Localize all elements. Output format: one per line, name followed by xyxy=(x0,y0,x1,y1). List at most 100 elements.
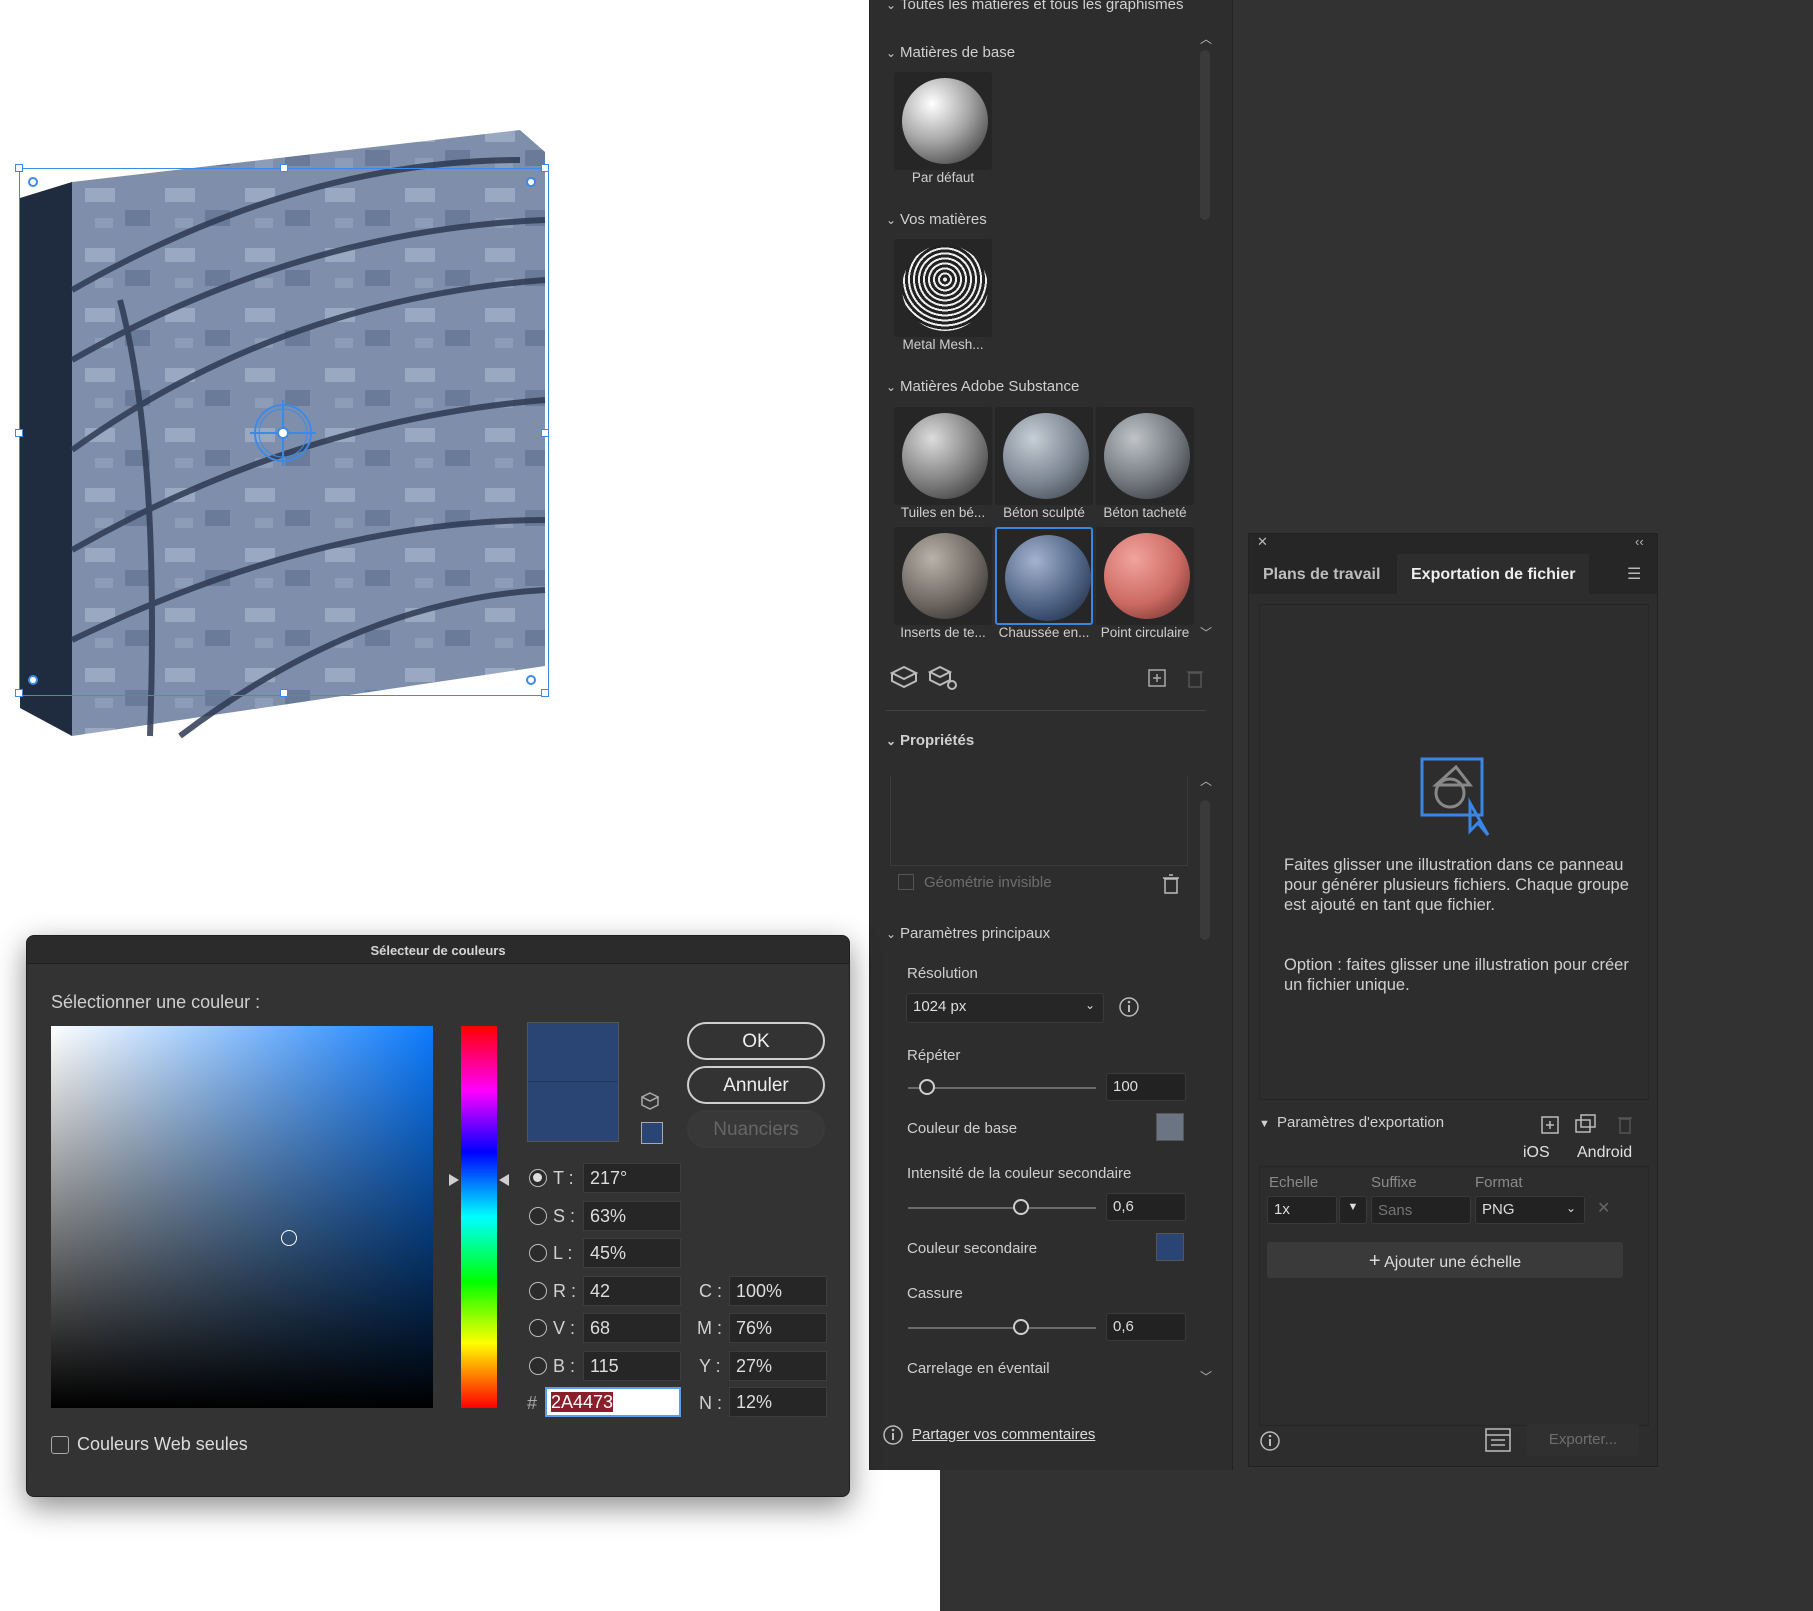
break-input[interactable]: 0,6 xyxy=(1106,1313,1186,1341)
scroll-up-icon[interactable]: ︿ xyxy=(1200,772,1212,789)
export-button[interactable]: Exporter... xyxy=(1527,1424,1639,1456)
trash-icon[interactable] xyxy=(1186,668,1204,688)
resize-handle-bottom-right[interactable] xyxy=(541,689,549,697)
secondary-color-swatch[interactable] xyxy=(1156,1233,1184,1261)
yellow-input[interactable]: 27% xyxy=(729,1351,827,1381)
resize-handle-top[interactable] xyxy=(280,164,288,172)
section-all-materials[interactable]: ⌄ Toutes les matières et tous les graphis… xyxy=(886,0,1183,13)
material-thumb-chaussee[interactable] xyxy=(995,527,1093,625)
color-field-cursor[interactable] xyxy=(281,1230,297,1246)
resize-handle-top-right[interactable] xyxy=(541,164,549,172)
rotate-handle-bottom-left[interactable] xyxy=(28,675,38,685)
resize-handle-top-left[interactable] xyxy=(15,164,23,172)
scroll-down-icon[interactable]: ﹀ xyxy=(1200,1368,1212,1385)
cyan-input[interactable]: 100% xyxy=(729,1276,827,1306)
repeat-slider-track[interactable] xyxy=(908,1087,1096,1089)
radio-red[interactable] xyxy=(529,1282,547,1300)
resize-handle-bottom[interactable] xyxy=(280,689,288,697)
hex-input[interactable]: 2A4473 xyxy=(545,1387,681,1417)
trash-icon[interactable] xyxy=(1162,874,1180,894)
green-input[interactable]: 68 xyxy=(583,1313,681,1343)
luminosity-input[interactable]: 45% xyxy=(583,1238,681,1268)
tab-artboards[interactable]: Plans de travail xyxy=(1249,554,1394,594)
material-thumb-beton-tachete[interactable] xyxy=(1096,407,1194,505)
secondary-intensity-input[interactable]: 0,6 xyxy=(1106,1193,1186,1221)
repeat-slider-knob[interactable] xyxy=(918,1079,935,1095)
secondary-intensity-slider-knob[interactable] xyxy=(1012,1199,1029,1215)
duplicate-icon[interactable] xyxy=(1575,1114,1597,1134)
saturation-brightness-field[interactable] xyxy=(51,1026,433,1408)
scale-dropdown[interactable]: ▼ xyxy=(1339,1196,1367,1224)
material-thumb-beton-sculpte[interactable] xyxy=(995,407,1093,505)
material-thumb-default[interactable] xyxy=(894,72,992,170)
suffix-input[interactable] xyxy=(1371,1196,1471,1224)
blue-input[interactable]: 115 xyxy=(583,1351,681,1381)
radio-luminosity[interactable] xyxy=(529,1244,547,1262)
tab-file-export[interactable]: Exportation de fichier xyxy=(1397,554,1590,594)
section-your-materials[interactable]: ⌄ Vos matières xyxy=(886,211,987,228)
add-scale-button[interactable]: + Ajouter une échelle xyxy=(1267,1242,1623,1278)
scroll-up-icon[interactable]: ︿ xyxy=(1200,30,1212,47)
panel-menu-icon[interactable]: ☰ xyxy=(1627,564,1641,584)
remove-scale-icon[interactable]: ✕ xyxy=(1597,1198,1610,1218)
format-dropdown[interactable]: PNG ⌄ xyxy=(1475,1196,1585,1224)
swatches-button[interactable]: Nuanciers xyxy=(687,1110,825,1148)
info-icon[interactable] xyxy=(1259,1430,1281,1452)
radio-blue[interactable] xyxy=(529,1357,547,1375)
resolution-dropdown[interactable]: 1024 px ⌄ xyxy=(906,993,1104,1023)
resize-handle-bottom-left[interactable] xyxy=(15,689,23,697)
material-thumb-point-circulaire[interactable] xyxy=(1096,527,1194,625)
base-color-swatch[interactable] xyxy=(1156,1113,1184,1141)
feedback-link[interactable]: Partager vos commentaires xyxy=(912,1426,1095,1443)
resize-handle-left[interactable] xyxy=(15,429,23,437)
rotate-handle-top-right[interactable] xyxy=(526,177,536,187)
material-thumb-metal-mesh[interactable] xyxy=(894,239,992,337)
rotate-handle-bottom-right[interactable] xyxy=(526,675,536,685)
materials-scrollbar[interactable] xyxy=(1200,50,1210,220)
resize-handle-right[interactable] xyxy=(541,429,549,437)
hue-arrow-left-icon[interactable] xyxy=(449,1174,459,1186)
ios-preset[interactable]: iOS xyxy=(1523,1144,1550,1162)
export-queue-icon[interactable] xyxy=(1485,1428,1511,1452)
magenta-input[interactable]: 76% xyxy=(729,1313,827,1343)
saturation-input[interactable]: 63% xyxy=(583,1201,681,1231)
info-icon[interactable] xyxy=(1118,996,1140,1018)
web-colors-only-checkbox[interactable] xyxy=(51,1436,69,1454)
hue-input[interactable]: 217° xyxy=(583,1163,681,1193)
scale-input[interactable]: 1x xyxy=(1267,1196,1337,1224)
properties-scrollbar[interactable] xyxy=(1200,800,1210,940)
radio-saturation[interactable] xyxy=(529,1207,547,1225)
add-material-icon[interactable] xyxy=(1147,668,1167,688)
scroll-down-icon[interactable]: ﹀ xyxy=(1200,624,1212,641)
rotation-widget-icon[interactable] xyxy=(250,400,316,466)
radio-green[interactable] xyxy=(529,1319,547,1337)
red-input[interactable]: 42 xyxy=(583,1276,681,1306)
hue-arrow-right-icon[interactable] xyxy=(499,1174,509,1186)
out-of-gamut-cube-icon[interactable] xyxy=(641,1092,659,1110)
add-icon[interactable] xyxy=(1541,1116,1559,1134)
section-main-params[interactable]: ⌄ Paramètres principaux xyxy=(886,925,1050,942)
ok-button[interactable]: OK xyxy=(687,1022,825,1060)
material-thumb-tuiles-beton[interactable] xyxy=(894,407,992,505)
secondary-intensity-slider-track[interactable] xyxy=(908,1207,1096,1209)
invisible-geometry-checkbox[interactable] xyxy=(898,874,914,890)
section-substance-materials[interactable]: ⌄ Matières Adobe Substance xyxy=(886,378,1079,395)
section-properties[interactable]: ⌄ Propriétés xyxy=(886,732,974,749)
material-thumb-inserts[interactable] xyxy=(894,527,992,625)
android-preset[interactable]: Android xyxy=(1577,1144,1632,1162)
trash-icon[interactable] xyxy=(1617,1114,1633,1134)
radio-hue[interactable] xyxy=(529,1169,547,1187)
repeat-input[interactable]: 100 xyxy=(1106,1073,1186,1101)
black-input[interactable]: 12% xyxy=(729,1387,827,1417)
collapse-icon[interactable]: ‹‹ xyxy=(1635,534,1644,549)
export-params-header[interactable]: ▼ Paramètres d'exportation xyxy=(1259,1114,1444,1131)
export-drop-area[interactable]: Faites glisser une illustration dans ce … xyxy=(1259,604,1649,1100)
cube-icon[interactable] xyxy=(890,665,918,689)
web-safe-color-swatch[interactable] xyxy=(641,1122,663,1144)
close-icon[interactable]: ✕ xyxy=(1257,534,1268,550)
cancel-button[interactable]: Annuler xyxy=(687,1066,825,1104)
break-slider-track[interactable] xyxy=(908,1327,1096,1329)
section-base-materials[interactable]: ⌄ Matières de base xyxy=(886,44,1015,61)
cube-light-icon[interactable] xyxy=(928,665,958,691)
rotate-handle-top-left[interactable] xyxy=(28,177,38,187)
